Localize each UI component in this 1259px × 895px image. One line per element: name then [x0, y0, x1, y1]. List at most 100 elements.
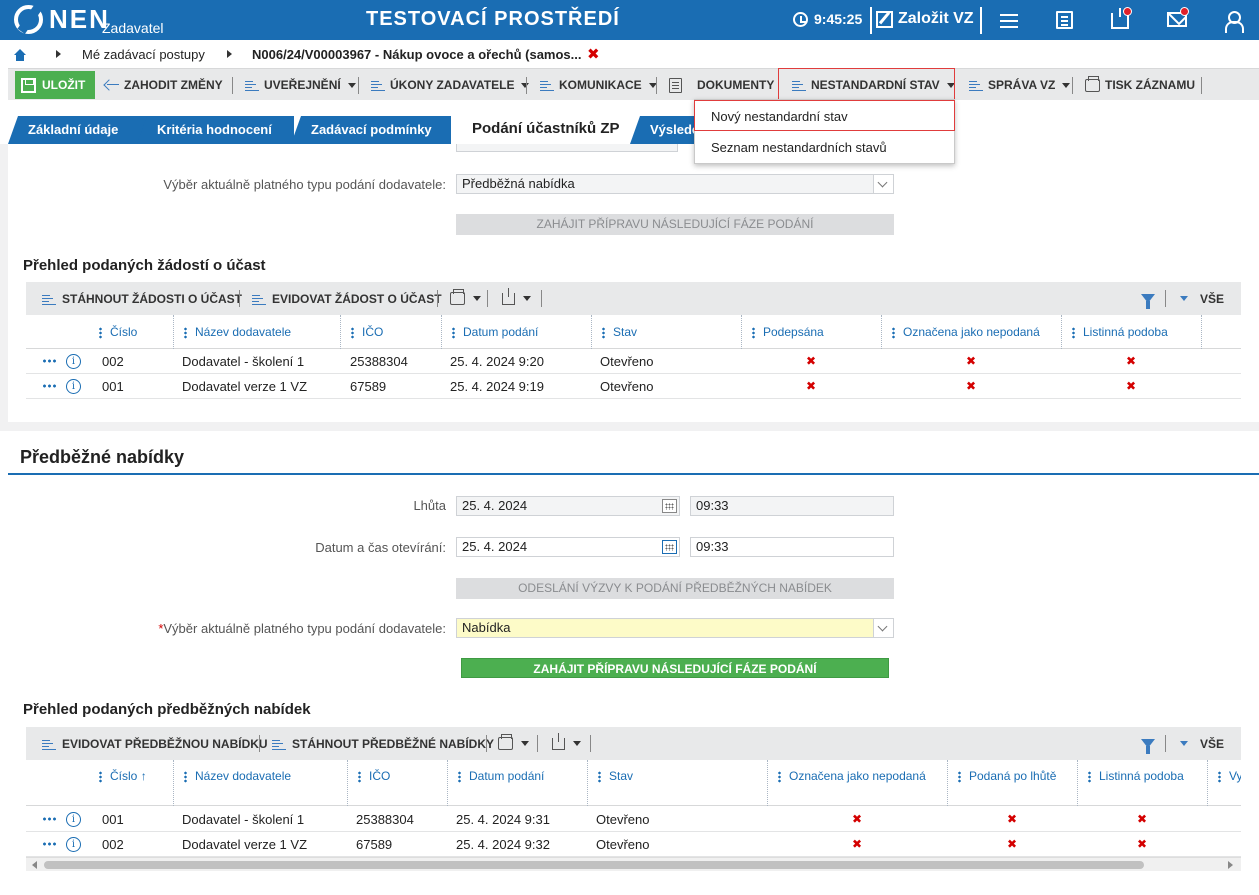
- deadline-date-field[interactable]: 25. 4. 2024: [456, 496, 680, 516]
- save-button[interactable]: ULOŽIT: [15, 71, 95, 99]
- more-options-icon[interactable]: [42, 384, 58, 388]
- column-state[interactable]: Stav: [591, 315, 741, 349]
- column-ico[interactable]: IČO: [347, 760, 447, 806]
- submission-type-select[interactable]: Předběžná nabídka: [456, 174, 894, 194]
- send-call-button[interactable]: ODESLÁNÍ VÝZVY K PODÁNÍ PŘEDBĚŽNÝCH NABÍ…: [456, 578, 894, 599]
- close-icon[interactable]: ✖: [587, 45, 600, 63]
- contractor-actions-button[interactable]: ÚKONY ZADAVATELE: [371, 69, 530, 101]
- register-application-button[interactable]: EVIDOVAT ŽÁDOST O ÚČAST: [252, 282, 442, 315]
- logo-text: NEN: [49, 4, 110, 34]
- show-all-button-2[interactable]: VŠE: [1180, 727, 1224, 760]
- register-preliminary-label: EVIDOVAT PŘEDBĚŽNOU NABÍDKU: [62, 736, 268, 751]
- start-next-phase-button[interactable]: ZAHÁJIT PŘÍPRAVU NÁSLEDUJÍCÍ FÁZE PODÁNÍ: [456, 214, 894, 235]
- tab-tender-conditions[interactable]: Zadávací podmínky: [291, 116, 451, 144]
- submission-type-select-2[interactable]: Nabídka: [456, 618, 894, 638]
- column-paper-form[interactable]: Listinná podoba: [1061, 315, 1201, 349]
- more-options-icon[interactable]: [42, 842, 58, 846]
- grid-export-button-2[interactable]: [552, 727, 581, 760]
- preliminary-offers-title: Předběžné nabídky: [20, 447, 185, 467]
- download-preliminary-button[interactable]: STÁHNOUT PŘEDBĚŽNÉ NABÍDKY: [272, 727, 494, 760]
- grid-print-button[interactable]: [450, 282, 481, 315]
- save-icon: [21, 77, 36, 93]
- inbox-icon[interactable]: [1111, 7, 1133, 31]
- opening-time-field[interactable]: 09:33: [690, 537, 894, 557]
- breadcrumb-item-current[interactable]: N006/24/V00003967 - Nákup ovoce a ořechů…: [252, 47, 582, 62]
- column-number[interactable]: Číslo: [89, 315, 173, 349]
- register-preliminary-button[interactable]: EVIDOVAT PŘEDBĚŽNOU NABÍDKU: [42, 727, 268, 760]
- user-icon[interactable]: [1224, 10, 1246, 33]
- menu-icon[interactable]: [998, 10, 1020, 32]
- column-marked-unsubmitted[interactable]: Označena jako nepodaná: [767, 760, 947, 806]
- start-next-phase-button-2[interactable]: ZAHÁJIT PŘÍPRAVU NÁSLEDUJÍCÍ FÁZE PODÁNÍ: [461, 658, 889, 678]
- column-number[interactable]: Číslo ↑: [89, 760, 173, 806]
- applications-table-header: Číslo Název dodavatele IČO Datum podání …: [26, 315, 1241, 349]
- column-supplier-name[interactable]: Název dodavatele: [173, 315, 340, 349]
- table-row[interactable]: i 002 Dodavatel - školení 1 25388304 25.…: [26, 349, 1241, 374]
- filter-button[interactable]: [1141, 282, 1155, 315]
- column-submission-date[interactable]: Datum podání: [441, 315, 591, 349]
- print-record-button[interactable]: TISK ZÁZNAMU: [1085, 69, 1195, 101]
- signed-no-icon: ✖: [805, 379, 817, 393]
- table-row[interactable]: i 001 Dodavatel - školení 1 25388304 25.…: [26, 807, 1241, 832]
- tab-participant-submissions[interactable]: Podání účastníků ZP: [452, 113, 632, 144]
- documents-button[interactable]: DOKUMENTY: [669, 69, 774, 101]
- create-contract-button[interactable]: Založit VZ: [876, 10, 974, 28]
- menu-item-new-nonstandard[interactable]: Nový nestandardní stav: [694, 100, 955, 131]
- contract-management-button[interactable]: SPRÁVA VZ: [969, 69, 1071, 101]
- table-row[interactable]: i 001 Dodavatel verze 1 VZ 67589 25. 4. …: [26, 374, 1241, 399]
- filter-button-2[interactable]: [1141, 727, 1155, 760]
- info-icon[interactable]: i: [66, 812, 81, 827]
- caret-down-icon: [573, 741, 581, 746]
- show-all-button[interactable]: VŠE: [1180, 282, 1224, 315]
- breadcrumb: Mé zadávací postupy N006/24/V00003967 - …: [0, 40, 1259, 68]
- chevron-down-icon[interactable]: [873, 619, 893, 637]
- scroll-right-icon[interactable]: [1228, 861, 1233, 869]
- nonstandard-state-menu: Nový nestandardní stav Seznam nestandard…: [694, 99, 955, 164]
- scrollbar-thumb[interactable]: [44, 861, 1144, 869]
- more-options-icon[interactable]: [42, 359, 58, 363]
- column-signed[interactable]: Podepsána: [741, 315, 881, 349]
- scroll-left-icon[interactable]: [32, 861, 37, 869]
- mail-icon[interactable]: [1167, 7, 1189, 31]
- column-ico[interactable]: IČO: [340, 315, 441, 349]
- calendar-icon[interactable]: [662, 540, 677, 554]
- download-label: STÁHNOUT ŽÁDOSTI O ÚČAST: [62, 291, 242, 306]
- grid-print-button-2[interactable]: [498, 727, 529, 760]
- column-paper-form[interactable]: Listinná podoba: [1077, 760, 1207, 806]
- download-applications-button[interactable]: STÁHNOUT ŽÁDOSTI O ÚČAST: [42, 282, 242, 315]
- tab-evaluation-criteria[interactable]: Kritéria hodnocení: [137, 116, 294, 144]
- opening-date-field[interactable]: 25. 4. 2024: [456, 537, 680, 557]
- discard-changes-button[interactable]: ZAHODIT ZMĚNY: [105, 69, 223, 101]
- breadcrumb-item-procedures[interactable]: Mé zadávací postupy: [82, 47, 205, 62]
- column-state[interactable]: Stav: [587, 760, 767, 806]
- column-late-submission[interactable]: Podaná po lhůtě: [947, 760, 1077, 806]
- horizontal-scrollbar[interactable]: [26, 857, 1241, 871]
- calendar-icon[interactable]: [662, 499, 677, 513]
- more-options-icon[interactable]: [42, 817, 58, 821]
- column-submission-date[interactable]: Datum podání: [447, 760, 587, 806]
- info-icon[interactable]: i: [66, 354, 81, 369]
- home-icon[interactable]: [13, 49, 27, 61]
- communication-button[interactable]: KOMUNIKACE: [540, 69, 657, 101]
- deadline-time-field[interactable]: 09:33: [690, 496, 894, 516]
- info-icon[interactable]: i: [66, 379, 81, 394]
- session-clock: 9:45:25: [793, 11, 862, 27]
- submission-type-value: Předběžná nabídka: [462, 176, 575, 191]
- table-row[interactable]: i 002 Dodavatel verze 1 VZ 67589 25. 4. …: [26, 832, 1241, 857]
- save-label: ULOŽIT: [42, 78, 86, 92]
- list-icon: [540, 78, 554, 92]
- late-no-icon: ✖: [1006, 812, 1018, 826]
- info-icon[interactable]: i: [66, 837, 81, 852]
- paper-no-icon: ✖: [1136, 837, 1148, 851]
- calculator-icon[interactable]: [1056, 11, 1073, 29]
- column-supplier-name[interactable]: Název dodavatele: [173, 760, 347, 806]
- caret-down-icon: [347, 82, 356, 88]
- grid-export-button[interactable]: [502, 282, 531, 315]
- tab-basic-info[interactable]: Základní údaje: [8, 116, 148, 144]
- menu-item-list-nonstandard[interactable]: Seznam nestandardních stavů: [695, 132, 956, 163]
- nen-logo[interactable]: NEN: [14, 5, 110, 34]
- chevron-down-icon[interactable]: [873, 175, 893, 193]
- publish-menu-button[interactable]: UVEŘEJNĚNÍ: [245, 69, 356, 101]
- column-cut-off[interactable]: Vy sl: [1207, 760, 1241, 806]
- column-marked-unsubmitted[interactable]: Označena jako nepodaná: [881, 315, 1061, 349]
